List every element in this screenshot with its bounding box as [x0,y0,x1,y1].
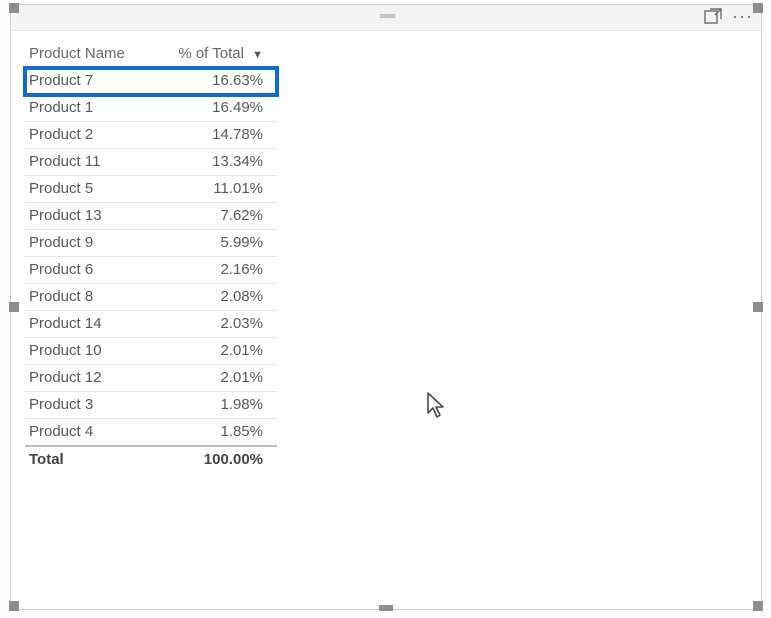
column-header-percent-of-total[interactable]: % of Total ▼ [157,41,277,68]
cell-product-name: Product 3 [25,392,157,419]
cell-product-name: Product 5 [25,176,157,203]
cell-product-name: Product 2 [25,122,157,149]
table-visual-container[interactable]: ══ ··· Product Name % of Total ▼ [10,4,762,610]
resize-handle-mid-left[interactable] [9,302,19,312]
drag-grip-icon[interactable]: ══ [375,14,397,22]
resize-handle-mid-bottom[interactable] [379,605,393,611]
table-row[interactable]: Product 102.01% [25,338,277,365]
total-value: 100.00% [157,446,277,473]
cell-percent-of-total: 1.85% [157,419,277,447]
table-row[interactable]: Product 122.01% [25,365,277,392]
table-row[interactable]: Product 511.01% [25,176,277,203]
cell-product-name: Product 6 [25,257,157,284]
resize-handle-bottom-left[interactable] [9,601,19,611]
more-options-icon[interactable]: ··· [732,9,753,23]
cell-product-name: Product 4 [25,419,157,447]
cell-product-name: Product 11 [25,149,157,176]
table-body: Product Name % of Total ▼ Product 716.63… [11,31,761,473]
table-row[interactable]: Product 716.63% [25,68,277,95]
total-row: Total 100.00% [25,446,277,473]
cell-product-name: Product 12 [25,365,157,392]
cell-percent-of-total: 7.62% [157,203,277,230]
table-row[interactable]: Product 1113.34% [25,149,277,176]
table-row[interactable]: Product 41.85% [25,419,277,447]
focus-mode-icon[interactable] [704,8,722,24]
cell-percent-of-total: 5.99% [157,230,277,257]
table-row[interactable]: Product 214.78% [25,122,277,149]
table-row[interactable]: Product 137.62% [25,203,277,230]
cell-percent-of-total: 14.78% [157,122,277,149]
header-row: Product Name % of Total ▼ [25,41,277,68]
cell-product-name: Product 13 [25,203,157,230]
table-row[interactable]: Product 62.16% [25,257,277,284]
cell-percent-of-total: 13.34% [157,149,277,176]
table-row[interactable]: Product 116.49% [25,95,277,122]
column-header-label: % of Total [178,45,244,62]
cell-product-name: Product 9 [25,230,157,257]
table-row[interactable]: Product 82.08% [25,284,277,311]
cell-percent-of-total: 16.63% [157,68,277,95]
column-header-product-name[interactable]: Product Name [25,41,157,68]
cell-percent-of-total: 2.03% [157,311,277,338]
resize-handle-mid-right[interactable] [753,302,763,312]
data-table: Product Name % of Total ▼ Product 716.63… [25,41,277,473]
cell-percent-of-total: 11.01% [157,176,277,203]
column-header-label: Product Name [29,45,125,62]
visual-header: ══ ··· [11,5,761,31]
table-row[interactable]: Product 142.03% [25,311,277,338]
cell-percent-of-total: 2.08% [157,284,277,311]
table-row[interactable]: Product 95.99% [25,230,277,257]
resize-handle-top-left[interactable] [9,3,19,13]
cell-product-name: Product 14 [25,311,157,338]
cell-product-name: Product 10 [25,338,157,365]
cell-percent-of-total: 2.16% [157,257,277,284]
cell-percent-of-total: 2.01% [157,365,277,392]
cell-percent-of-total: 2.01% [157,338,277,365]
cell-percent-of-total: 16.49% [157,95,277,122]
resize-handle-bottom-right[interactable] [753,601,763,611]
total-label: Total [25,446,157,473]
resize-handle-top-right[interactable] [753,3,763,13]
cell-percent-of-total: 1.98% [157,392,277,419]
sort-descending-icon: ▼ [252,49,263,61]
cell-product-name: Product 1 [25,95,157,122]
table-row[interactable]: Product 31.98% [25,392,277,419]
cell-product-name: Product 7 [25,68,157,95]
cell-product-name: Product 8 [25,284,157,311]
